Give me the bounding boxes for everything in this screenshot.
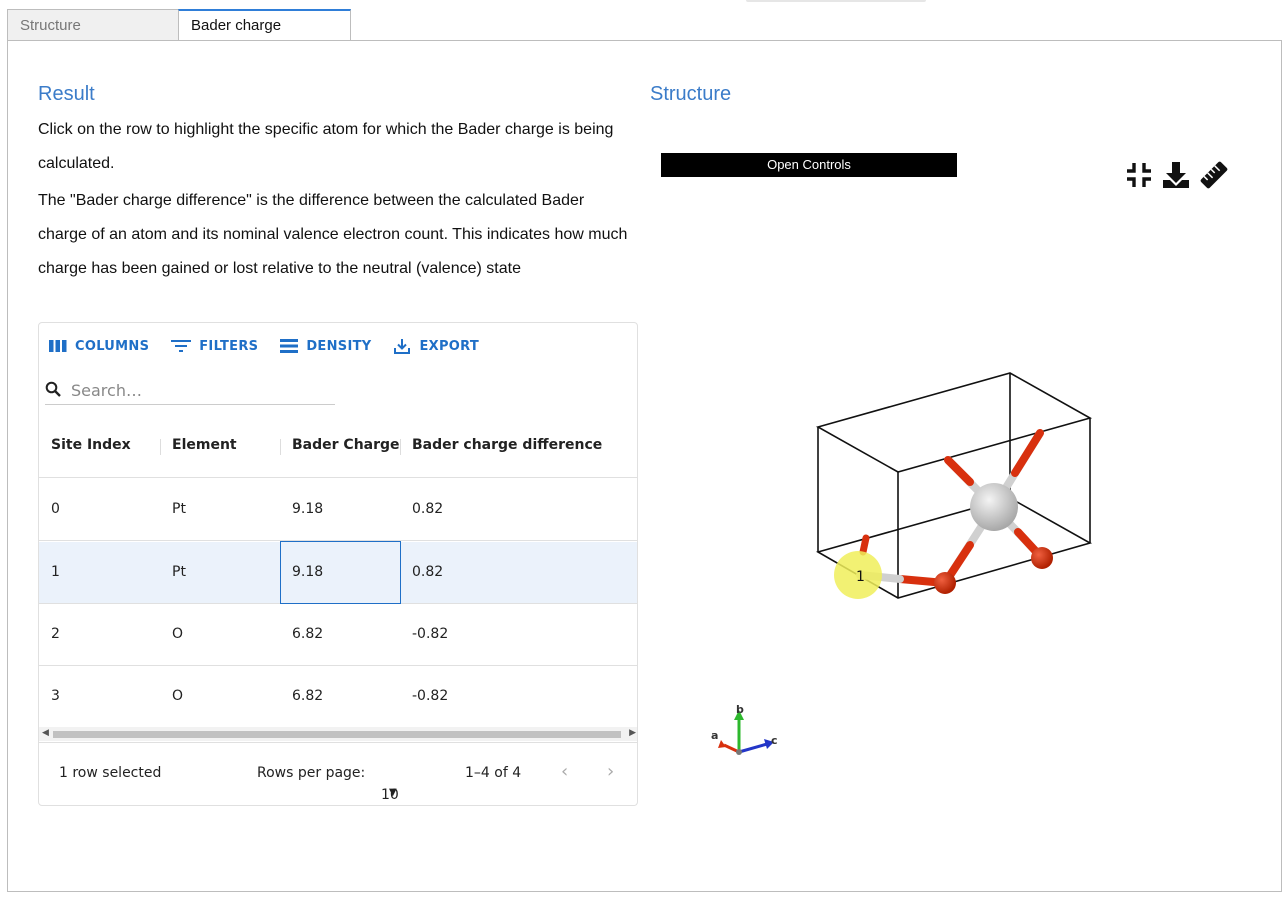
rows-per-page-label: Rows per page: bbox=[257, 765, 366, 781]
filter-icon bbox=[171, 339, 192, 353]
ruler-icon[interactable] bbox=[1199, 160, 1229, 195]
cell-site-index: 3 bbox=[51, 688, 60, 704]
cell-bader-charge: 6.82 bbox=[292, 688, 324, 704]
column-separator[interactable] bbox=[280, 439, 281, 455]
table-row[interactable]: 0 Pt 9.18 0.82 bbox=[39, 479, 637, 541]
cell-site-index: 0 bbox=[51, 501, 60, 517]
cell-element: Pt bbox=[172, 501, 186, 517]
axis-b-label: b bbox=[736, 703, 744, 716]
top-edge-decoration bbox=[746, 0, 926, 2]
cell-bader-charge: 9.18 bbox=[292, 501, 324, 517]
search-input[interactable] bbox=[69, 380, 319, 401]
cell-element: O bbox=[172, 626, 184, 642]
axis-c-label: c bbox=[771, 734, 778, 747]
scroll-left-arrow-icon[interactable]: ◀ bbox=[42, 728, 49, 738]
pagination-range: 1–4 of 4 bbox=[465, 765, 522, 781]
density-icon bbox=[280, 338, 299, 354]
cell-bader-charge-difference: -0.82 bbox=[412, 626, 449, 642]
axis-a-label: a bbox=[711, 729, 718, 742]
platinum-atom[interactable] bbox=[970, 483, 1018, 531]
cell-site-index: 2 bbox=[51, 626, 60, 642]
viewer-toolbar bbox=[1125, 160, 1229, 195]
search-box bbox=[45, 377, 335, 405]
columns-label: COLUMNS bbox=[75, 338, 150, 354]
search-icon bbox=[45, 381, 61, 401]
cell-bader-charge-difference: 0.82 bbox=[412, 501, 444, 517]
cell-bader-charge: 6.82 bbox=[292, 626, 324, 642]
grid-toolbar: COLUMNS FILTERS DENSITY EXPORT bbox=[39, 331, 491, 361]
scroll-right-arrow-icon[interactable]: ▶ bbox=[629, 728, 636, 738]
tab-bar: Structure Bader charge bbox=[7, 9, 351, 41]
oxygen-atom[interactable] bbox=[934, 572, 956, 594]
filters-label: FILTERS bbox=[199, 338, 259, 354]
table-row-selected[interactable]: 1 Pt 9.18 0.82 bbox=[39, 541, 637, 604]
tab-bader-charge[interactable]: Bader charge bbox=[178, 9, 351, 41]
density-button[interactable]: DENSITY bbox=[280, 338, 371, 354]
result-description-2: The "Bader charge difference" is the dif… bbox=[38, 192, 628, 277]
next-page-icon[interactable]: › bbox=[607, 761, 614, 782]
structure-title: Structure bbox=[650, 83, 732, 105]
compress-icon[interactable] bbox=[1125, 160, 1153, 195]
cell-bader-charge-difference: -0.82 bbox=[412, 688, 449, 704]
axes-indicator: b c a bbox=[711, 703, 778, 755]
export-label: EXPORT bbox=[419, 338, 480, 354]
column-separator[interactable] bbox=[160, 439, 161, 455]
columns-button[interactable]: COLUMNS bbox=[49, 339, 149, 354]
cell-bader-charge-difference: 0.82 bbox=[412, 564, 444, 580]
cell-element: O bbox=[172, 688, 184, 704]
crystal-structure-view[interactable]: 1 bbox=[800, 360, 1100, 610]
bader-charge-table: COLUMNS FILTERS DENSITY EXPORT Search… S… bbox=[38, 322, 638, 806]
table-header: Site Index Element Bader Charge Bader ch… bbox=[39, 415, 637, 478]
header-element[interactable]: Element bbox=[172, 437, 237, 453]
header-bader-charge-difference[interactable]: Bader charge difference bbox=[412, 437, 602, 453]
density-label: DENSITY bbox=[306, 338, 372, 354]
download-icon[interactable] bbox=[1161, 160, 1191, 195]
horizontal-scrollbar[interactable]: ◀ ▶ bbox=[39, 727, 637, 741]
result-description-1: Click on the row to highlight the specif… bbox=[38, 121, 614, 172]
export-button[interactable]: EXPORT bbox=[393, 337, 479, 355]
cell-element: Pt bbox=[172, 564, 186, 580]
open-controls-button[interactable]: Open Controls bbox=[661, 153, 957, 177]
cell-site-index: 1 bbox=[51, 564, 60, 580]
header-site-index[interactable]: Site Index bbox=[51, 437, 131, 453]
tab-structure[interactable]: Structure bbox=[7, 9, 179, 41]
highlighted-atom-label: 1 bbox=[856, 569, 865, 585]
columns-icon bbox=[49, 339, 67, 353]
column-separator[interactable] bbox=[400, 439, 401, 455]
table-row[interactable]: 2 O 6.82 -0.82 bbox=[39, 604, 637, 666]
oxygen-atom[interactable] bbox=[1031, 547, 1053, 569]
previous-page-icon[interactable]: ‹ bbox=[561, 761, 568, 782]
result-title: Result bbox=[38, 83, 95, 105]
header-bader-charge[interactable]: Bader Charge bbox=[292, 437, 400, 453]
selected-rows-count: 1 row selected bbox=[59, 765, 162, 781]
scrollbar-thumb[interactable] bbox=[53, 731, 621, 738]
filters-button[interactable]: FILTERS bbox=[171, 339, 258, 354]
export-icon bbox=[393, 337, 411, 355]
caret-down-icon: ▼ bbox=[389, 787, 397, 798]
table-row[interactable]: 3 O 6.82 -0.82 bbox=[39, 666, 637, 728]
cell-bader-charge-focused[interactable]: 9.18 bbox=[280, 541, 401, 604]
grid-footer: 1 row selected Rows per page: 10 ▼ 1–4 o… bbox=[39, 742, 637, 805]
